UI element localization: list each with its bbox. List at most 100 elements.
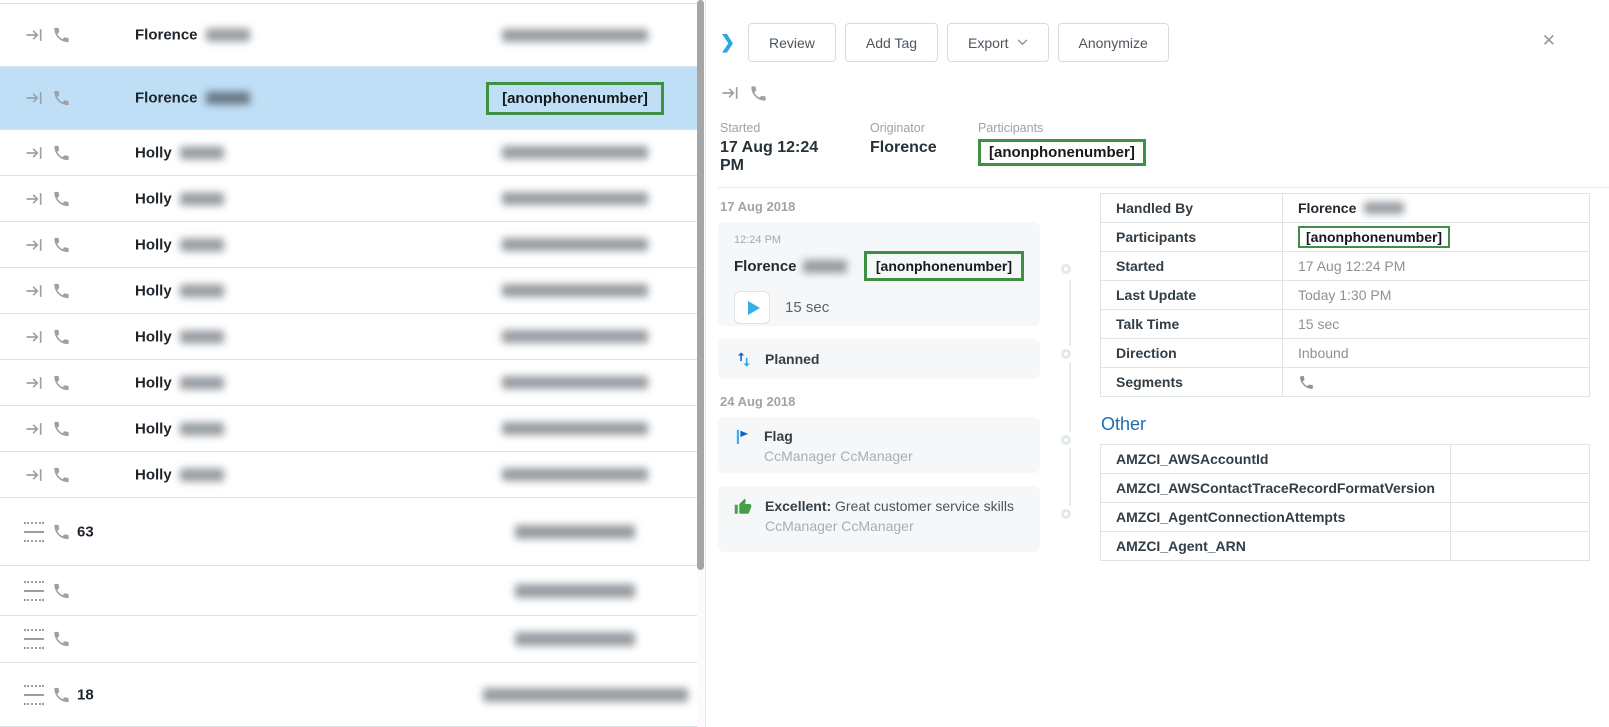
last-update-label: Last Update xyxy=(1101,281,1283,310)
phone-icon xyxy=(52,189,71,208)
table-row: AMZCI_Agent_ARN xyxy=(1101,532,1590,561)
inbound-arrow-icon xyxy=(24,88,44,108)
phone-icon xyxy=(52,522,71,541)
list-item[interactable]: Holly xyxy=(0,406,697,452)
play-icon xyxy=(748,301,760,315)
attribute-label: AMZCI_AWSContactTraceRecordFormatVersion xyxy=(1101,474,1451,503)
list-item[interactable]: Holly xyxy=(0,268,697,314)
contact-name: Florence xyxy=(135,27,198,44)
detail-toolbar: ❯ Review Add Tag Export Anonymize ✕ xyxy=(718,0,1609,62)
agent-name: Florence xyxy=(734,258,797,275)
list-item[interactable]: Holly xyxy=(0,314,697,360)
contact-name: Holly xyxy=(135,190,172,207)
phone-icon xyxy=(52,235,71,254)
inbound-arrow-icon xyxy=(24,281,44,301)
campaign-queue-icon xyxy=(24,522,44,542)
list-item[interactable]: 18 xyxy=(0,663,697,727)
participants-label: Participants xyxy=(978,121,1146,135)
contact-summary-header: Started 17 Aug 12:24 PM Originator Flore… xyxy=(720,121,1609,175)
list-item[interactable] xyxy=(0,566,697,616)
list-item[interactable]: Holly xyxy=(0,130,697,176)
inbound-arrow-icon xyxy=(24,327,44,347)
inbound-arrow-icon xyxy=(24,189,44,209)
timeline-node xyxy=(1061,264,1071,274)
list-item[interactable]: Holly xyxy=(0,176,697,222)
redacted-surname xyxy=(180,468,224,481)
phone-icon xyxy=(52,419,71,438)
campaign-queue-icon xyxy=(24,581,44,601)
contact-info-table: Handled By Florence Participants [anonph… xyxy=(1100,193,1590,397)
table-row: Participants [anonphonenumber] xyxy=(1101,223,1590,252)
redacted-phone-number xyxy=(502,422,648,435)
rating-author: CcManager CcManager xyxy=(765,518,1014,534)
detail-main-area: 17 Aug 2018 12:24 PM Florence [anonphone… xyxy=(718,188,1609,565)
close-icon[interactable]: ✕ xyxy=(1542,32,1556,49)
play-recording-button[interactable] xyxy=(734,291,770,324)
list-item-selected[interactable]: Florence [anonphonenumber] xyxy=(0,67,697,130)
inbound-arrow-icon xyxy=(24,373,44,393)
redacted-phone-number xyxy=(483,688,688,702)
redacted-surname xyxy=(180,330,224,343)
timeline-date: 17 Aug 2018 xyxy=(720,199,1040,215)
redacted-phone-number xyxy=(515,525,635,539)
direction-label: Direction xyxy=(1101,339,1283,368)
contact-type-icons xyxy=(720,83,1609,103)
attribute-label: AMZCI_AgentConnectionAttempts xyxy=(1101,503,1451,532)
redacted-phone-number xyxy=(502,284,648,297)
phone-icon xyxy=(52,581,71,600)
participants-label: Participants xyxy=(1101,223,1283,252)
table-row: AMZCI_AWSAccountId xyxy=(1101,445,1590,474)
contact-detail-panel: ❯ Review Add Tag Export Anonymize ✕ Star… xyxy=(705,0,1609,727)
list-item[interactable]: Florence xyxy=(0,3,697,67)
list-item[interactable]: Holly xyxy=(0,360,697,406)
recording-card: 12:24 PM Florence [anonphonenumber] xyxy=(718,222,1040,326)
thumbs-up-icon xyxy=(734,498,752,516)
rating-title: Excellent: xyxy=(765,498,831,514)
rating-event-card[interactable]: Excellent: Great customer service skills… xyxy=(718,486,1040,552)
flag-event-card[interactable]: Flag CcManager CcManager xyxy=(718,417,1040,473)
originator-value: Florence xyxy=(870,139,937,157)
list-item[interactable] xyxy=(0,616,697,663)
phone-icon xyxy=(52,327,71,346)
table-row: Talk Time 15 sec xyxy=(1101,310,1590,339)
add-tag-button[interactable]: Add Tag xyxy=(845,23,938,62)
contact-timeline: 17 Aug 2018 12:24 PM Florence [anonphone… xyxy=(718,188,1040,565)
last-update-value: Today 1:30 PM xyxy=(1283,281,1590,310)
planned-event-card[interactable]: Planned xyxy=(718,339,1040,379)
redacted-surname xyxy=(180,284,224,297)
phone-icon xyxy=(1298,374,1315,391)
list-item[interactable]: Holly xyxy=(0,452,697,498)
list-item[interactable]: 63 xyxy=(0,498,697,566)
contact-name: Holly xyxy=(135,420,172,437)
redacted-phone-number xyxy=(502,376,648,389)
chevron-down-icon xyxy=(1017,39,1028,46)
anonymize-button[interactable]: Anonymize xyxy=(1058,23,1169,62)
list-scrollbar[interactable] xyxy=(697,0,705,727)
segments-label: Segments xyxy=(1101,368,1283,397)
table-row: AMZCI_AgentConnectionAttempts xyxy=(1101,503,1590,532)
phone-icon xyxy=(749,84,768,103)
phone-icon xyxy=(52,89,71,108)
attribute-label: AMZCI_Agent_ARN xyxy=(1101,532,1451,561)
export-label: Export xyxy=(968,35,1008,51)
collapse-panel-chevron-icon[interactable]: ❯ xyxy=(718,32,748,53)
recording-time: 12:24 PM xyxy=(734,234,1024,246)
contact-count: 18 xyxy=(77,686,94,703)
list-item[interactable]: Holly xyxy=(0,222,697,268)
phone-icon xyxy=(52,143,71,162)
timeline-node xyxy=(1061,349,1071,359)
handled-by-label: Handled By xyxy=(1101,194,1283,223)
started-label: Started xyxy=(1101,252,1283,281)
timeline-rail xyxy=(1040,188,1100,565)
redacted-phone-number xyxy=(515,632,635,646)
contact-count: 63 xyxy=(77,523,94,540)
phone-icon xyxy=(52,685,71,704)
table-row: Direction Inbound xyxy=(1101,339,1590,368)
scrollbar-thumb[interactable] xyxy=(697,0,704,570)
review-button[interactable]: Review xyxy=(748,23,836,62)
export-menu-button[interactable]: Export xyxy=(947,23,1048,62)
phone-icon xyxy=(52,373,71,392)
direction-value: Inbound xyxy=(1283,339,1590,368)
redacted-surname xyxy=(180,192,224,205)
contact-name: Florence xyxy=(135,90,198,107)
